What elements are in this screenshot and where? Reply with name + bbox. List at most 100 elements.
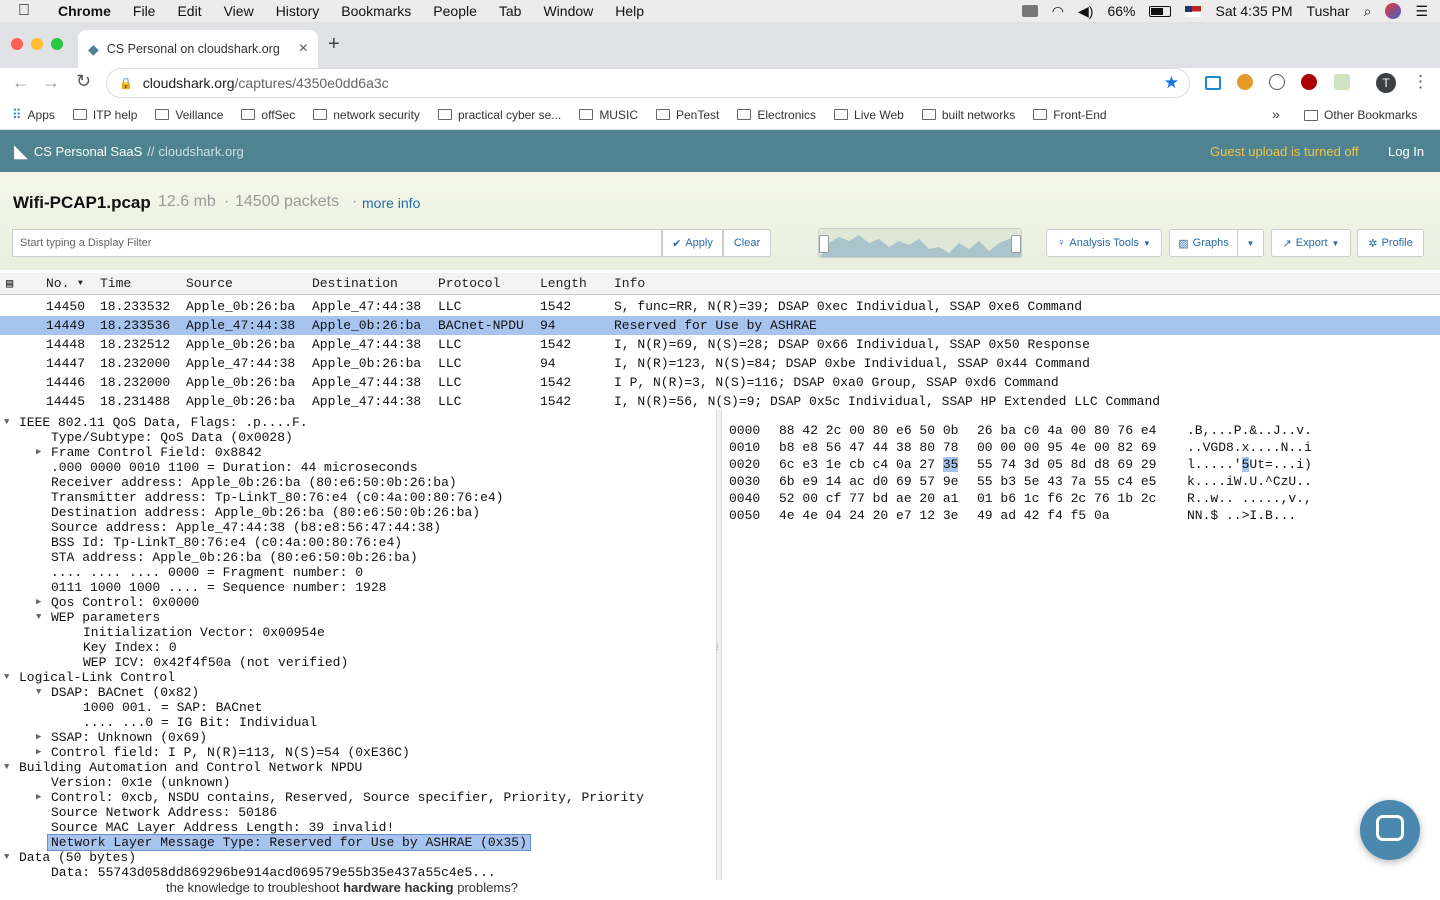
bookmark-folder[interactable]: Veillance (155, 108, 223, 122)
bookmark-folder[interactable]: MUSIC (579, 108, 638, 122)
detail-tree-item[interactable]: DSAP: BACnet (0x82) (51, 685, 199, 700)
menu-tab[interactable]: Tab (499, 3, 522, 19)
hex-ascii[interactable]: .B,...P.&..J..v. (1187, 422, 1312, 439)
extension-icon-5[interactable] (1334, 74, 1350, 90)
bookmark-folder[interactable]: offSec (241, 108, 295, 122)
bookmark-folder[interactable]: PenTest (655, 108, 719, 122)
status-icon[interactable] (1021, 5, 1038, 17)
detail-tree-item[interactable]: IEEE 802.11 QoS Data, Flags: .p....F. (19, 415, 308, 430)
hex-ascii[interactable]: k....iW.U.^CzU.. (1187, 473, 1312, 490)
flag-icon[interactable] (1185, 5, 1202, 17)
apple-icon[interactable]:  (18, 2, 30, 20)
menu-history[interactable]: History (276, 3, 320, 19)
selected-hex-byte[interactable]: 35 (942, 457, 959, 472)
selected-ascii-byte[interactable]: 5 (1241, 457, 1250, 472)
expand-triangle-open-icon[interactable]: ▼ (4, 672, 9, 682)
packet-row[interactable]: 14450 18.233532 Apple_0b:26:ba Apple_47:44:… (0, 297, 1440, 316)
col-info[interactable]: Info (614, 276, 645, 291)
volume-icon[interactable]: ◀) (1078, 3, 1093, 20)
hex-ascii[interactable]: l.....'5Ut=...i) (1187, 456, 1312, 473)
detail-tree-item[interactable]: 0111 1000 1000 .... = Sequence number: 1… (51, 580, 386, 595)
column-menu-icon[interactable]: ▤ (6, 276, 13, 291)
timeline-right-handle[interactable] (1011, 235, 1021, 253)
graphs-button[interactable]: ▨ Graphs (1169, 229, 1238, 257)
hex-bytes-a[interactable]: 6c e3 1e cb c4 0a 27 35 (779, 456, 959, 473)
hex-bytes-b[interactable]: 55 b3 5e 43 7a 55 c4 e5 (977, 473, 1156, 490)
extension-icon-1[interactable] (1205, 76, 1221, 90)
hex-bytes-b[interactable]: 26 ba c0 4a 00 80 76 e4 (977, 422, 1156, 439)
menu-bookmarks[interactable]: Bookmarks (341, 3, 411, 19)
battery-percent[interactable]: 66% (1107, 3, 1135, 19)
chrome-menu-icon[interactable]: ⋮ (1412, 72, 1429, 92)
detail-tree-item[interactable]: WEP parameters (51, 610, 160, 625)
detail-tree-item[interactable]: Source MAC Layer Address Length: 39 inva… (51, 820, 394, 835)
brand-name[interactable]: CS Personal SaaS (34, 144, 142, 159)
hex-bytes-a[interactable]: b8 e8 56 47 44 38 80 78 (779, 439, 958, 456)
zoom-window-button[interactable] (51, 38, 63, 50)
expand-triangle-open-icon[interactable]: ▼ (36, 612, 41, 622)
detail-tree-item[interactable]: Version: 0x1e (unknown) (51, 775, 230, 790)
detail-tree-item[interactable]: Building Automation and Control Network … (19, 760, 362, 775)
packet-row[interactable]: 14446 18.232000 Apple_0b:26:ba Apple_47:44:… (0, 373, 1440, 392)
hex-bytes-b[interactable]: 01 b6 1c f6 2c 76 1b 2c (977, 490, 1156, 507)
detail-tree-item[interactable]: SSAP: Unknown (0x69) (51, 730, 207, 745)
menu-help[interactable]: Help (615, 3, 644, 19)
menu-people[interactable]: People (433, 3, 477, 19)
apply-button[interactable]: ✔ Apply (662, 229, 723, 257)
detail-tree-item[interactable]: Logical-Link Control (19, 670, 175, 685)
user-name[interactable]: Tushar (1307, 3, 1350, 19)
ublock-extension-icon[interactable] (1301, 74, 1317, 90)
other-bookmarks[interactable]: Other Bookmarks (1304, 108, 1417, 122)
detail-tree-item[interactable]: Data (50 bytes) (19, 850, 136, 865)
notification-center-icon[interactable]: ☰ (1415, 3, 1428, 20)
detail-tree-item[interactable]: Destination address: Apple_0b:26:ba (80:… (51, 505, 480, 520)
graphs-dropdown-button[interactable]: ▼ (1237, 229, 1264, 257)
menu-file[interactable]: File (133, 3, 156, 19)
col-time[interactable]: Time (100, 276, 131, 291)
detail-tree-item[interactable]: Qos Control: 0x0000 (51, 595, 199, 610)
hex-ascii[interactable]: NN.$ ..>I.B... (1187, 507, 1296, 524)
detail-tree-item[interactable]: Data: 55743d058dd869296be914acd069579e55… (51, 865, 496, 880)
hex-bytes-b[interactable]: 49 ad 42 f4 f5 0a (977, 507, 1110, 524)
login-link[interactable]: Log In (1388, 144, 1424, 159)
detail-tree-item[interactable]: STA address: Apple_0b:26:ba (80:e6:50:0b… (51, 550, 418, 565)
clear-button[interactable]: Clear (723, 229, 771, 257)
spotlight-icon[interactable]: ⌕ (1364, 3, 1372, 20)
col-length[interactable]: Length (540, 276, 587, 291)
expand-triangle-closed-icon[interactable]: ▶ (36, 447, 41, 457)
detail-tree-item[interactable]: Receiver address: Apple_0b:26:ba (80:e6:… (51, 475, 457, 490)
col-source[interactable]: Source (186, 276, 233, 291)
packet-row[interactable]: 14445 18.231488 Apple_0b:26:ba Apple_47:44:… (0, 392, 1440, 411)
reload-icon[interactable]: ↻ (76, 71, 91, 92)
expand-triangle-closed-icon[interactable]: ▶ (36, 747, 41, 757)
packet-row[interactable]: 14447 18.232000 Apple_47:44:38 Apple_0b:26:… (0, 354, 1440, 373)
chat-widget-button[interactable] (1360, 800, 1420, 860)
detail-tree-item[interactable]: Type/Subtype: QoS Data (0x0028) (51, 430, 293, 445)
detail-tree-item[interactable]: .... ...0 = IG Bit: Individual (83, 715, 317, 730)
detail-tree-item[interactable]: Control: 0xcb, NSDU contains, Reserved, … (51, 790, 644, 805)
back-arrow-icon[interactable]: ← (12, 72, 30, 93)
expand-triangle-closed-icon[interactable]: ▶ (36, 597, 41, 607)
menu-view[interactable]: View (224, 3, 254, 19)
bookmark-folder[interactable]: practical cyber se... (437, 108, 561, 122)
clock[interactable]: Sat 4:35 PM (1215, 3, 1292, 19)
expand-triangle-open-icon[interactable]: ▼ (4, 852, 9, 862)
address-bar[interactable]: 🔒 cloudshark.org /captures/4350e0dd6a3c … (106, 68, 1190, 98)
cookie-extension-icon[interactable] (1237, 74, 1253, 90)
menu-app-name[interactable]: Chrome (58, 3, 111, 19)
detail-tree-item[interactable]: .000 0000 0010 1100 = Duration: 44 micro… (51, 460, 418, 475)
forward-arrow-icon[interactable]: → (42, 72, 60, 93)
extension-icon-3[interactable] (1269, 74, 1285, 90)
profile-button[interactable]: ✲ Profile (1357, 229, 1424, 257)
bookmark-folder[interactable]: network security (313, 108, 420, 122)
expand-triangle-closed-icon[interactable]: ▶ (36, 732, 41, 742)
detail-tree-item[interactable]: WEP ICV: 0x42f4f50a (not verified) (83, 655, 348, 670)
hex-bytes-a[interactable]: 52 00 cf 77 bd ae 20 a1 (779, 490, 958, 507)
export-button[interactable]: ↗ Export ▼ (1271, 229, 1351, 257)
display-filter-input[interactable]: Start typing a Display Filter (12, 229, 662, 257)
packet-row[interactable]: 14448 18.232512 Apple_0b:26:ba Apple_47:44:… (0, 335, 1440, 354)
detail-tree-item[interactable]: .... .... .... 0000 = Fragment number: 0 (51, 565, 363, 580)
menu-window[interactable]: Window (543, 3, 593, 19)
analysis-tools-button[interactable]: ♀ Analysis Tools ▼ (1046, 229, 1162, 257)
expand-triangle-open-icon[interactable]: ▼ (4, 417, 9, 427)
